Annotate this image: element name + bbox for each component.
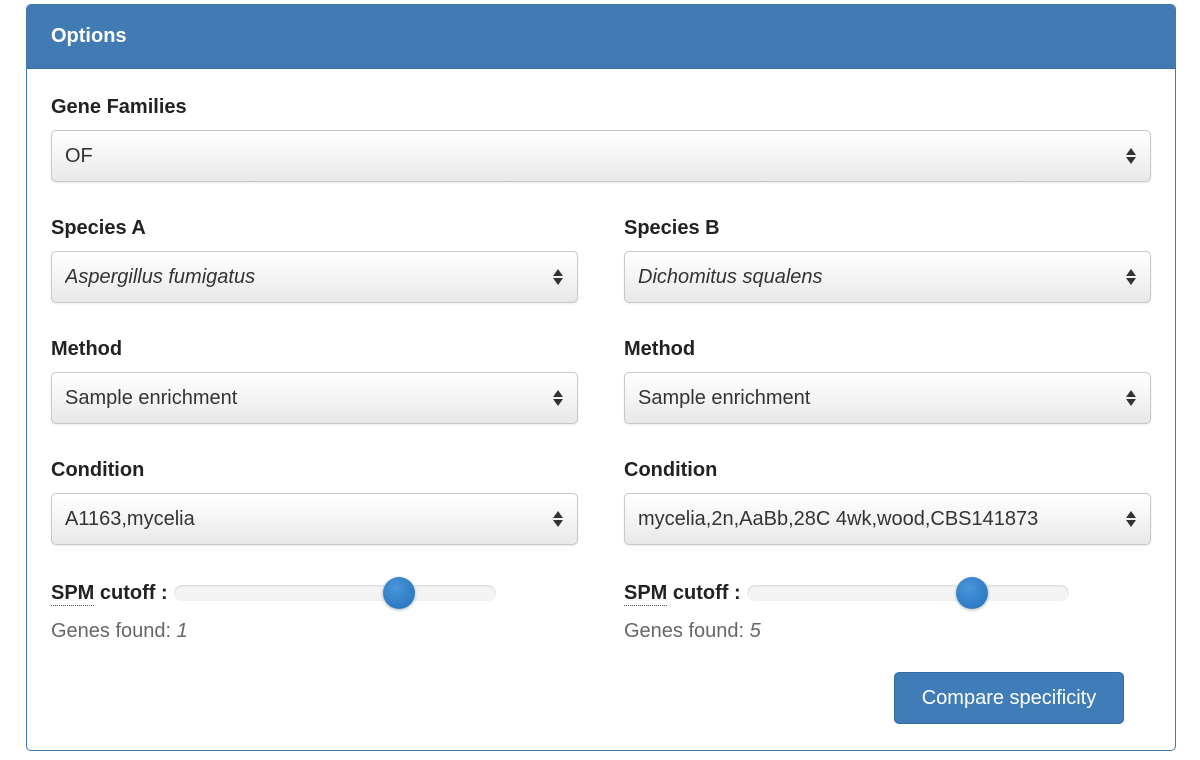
up-down-caret-icon (1116, 269, 1146, 285)
condition-a-select[interactable]: A1163,mycelia (51, 493, 578, 545)
gene-families-label: Gene Families (51, 96, 187, 118)
spm-slider-a[interactable] (173, 577, 496, 609)
up-down-caret-icon (543, 269, 573, 285)
up-down-caret-icon (1116, 511, 1146, 527)
up-down-caret-icon (543, 511, 573, 527)
method-b-label: Method (624, 338, 696, 360)
spm-cutoff-a-label: SPM cutoff : (51, 581, 168, 606)
method-b-select[interactable]: Sample enrichment (624, 372, 1151, 424)
gene-families-value: OF (65, 144, 93, 167)
genes-found-a: Genes found: 1 (51, 620, 188, 643)
condition-b-value: mycelia,2n,AaBb,28C 4wk,wood,CBS141873 (638, 507, 1039, 530)
spm-abbr-b[interactable]: SPM (624, 581, 668, 606)
species-a-value: Aspergillus fumigatus (65, 265, 256, 288)
spm-cutoff-a-text: cutoff : (94, 581, 168, 604)
condition-b-label: Condition (624, 459, 718, 481)
genes-found-a-count: 1 (176, 620, 188, 642)
spm-slider-b-handle[interactable] (956, 577, 989, 609)
method-a-value: Sample enrichment (65, 386, 238, 409)
condition-a-label: Condition (51, 459, 145, 481)
up-down-caret-icon (1116, 390, 1146, 406)
compare-specificity-button[interactable]: Compare specificity (894, 672, 1124, 724)
up-down-caret-icon (543, 390, 573, 406)
spm-abbr-a[interactable]: SPM (51, 581, 95, 606)
panel-title: Options (51, 25, 127, 47)
genes-found-b: Genes found: 5 (624, 620, 761, 643)
species-b-select[interactable]: Dichomitus squalens (624, 251, 1151, 303)
spm-cutoff-b-text: cutoff : (667, 581, 741, 604)
up-down-caret-icon (1116, 148, 1146, 164)
method-b-value: Sample enrichment (638, 386, 811, 409)
method-a-select[interactable]: Sample enrichment (51, 372, 578, 424)
condition-a-value: A1163,mycelia (65, 507, 195, 530)
genes-found-b-label: Genes found: (624, 620, 745, 642)
genes-found-a-label: Genes found: (51, 620, 172, 642)
spm-cutoff-a: SPM cutoff : (51, 577, 496, 609)
spm-cutoff-b: SPM cutoff : (624, 577, 1069, 609)
genes-found-b-count: 5 (749, 620, 761, 642)
species-b-label: Species B (624, 217, 720, 239)
spm-slider-a-handle[interactable] (383, 577, 416, 609)
gene-families-select[interactable]: OF (51, 130, 1151, 182)
species-a-label: Species A (51, 217, 146, 239)
spm-cutoff-b-label: SPM cutoff : (624, 581, 741, 606)
species-b-value: Dichomitus squalens (638, 265, 823, 288)
spm-slider-b[interactable] (746, 577, 1069, 609)
method-a-label: Method (51, 338, 123, 360)
panel-heading: Options (27, 5, 1175, 69)
species-a-select[interactable]: Aspergillus fumigatus (51, 251, 578, 303)
condition-b-select[interactable]: mycelia,2n,AaBb,28C 4wk,wood,CBS141873 (624, 493, 1151, 545)
